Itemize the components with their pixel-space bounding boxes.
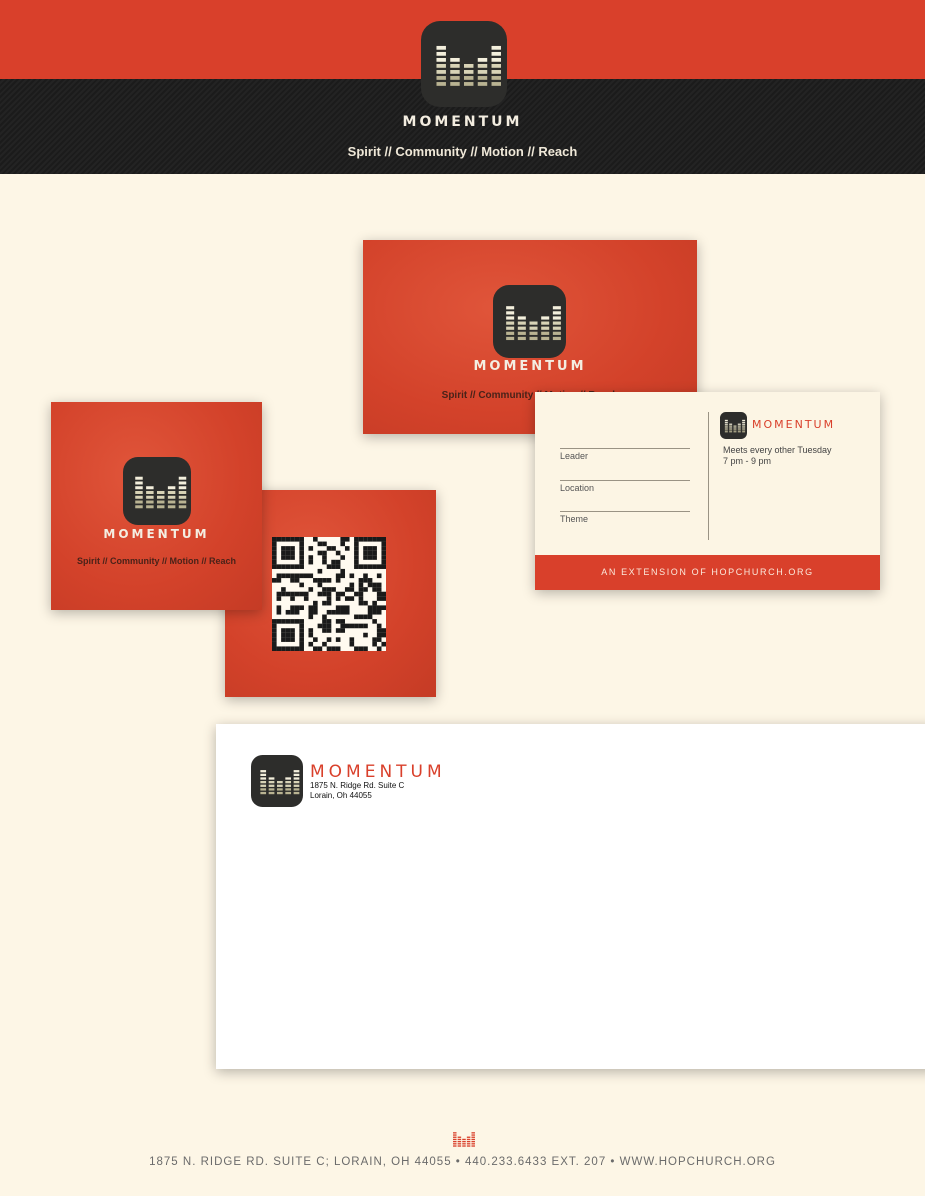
square-card-front: MOMENTUM Spirit // Community // Motion /…	[51, 402, 262, 610]
logo-icon	[421, 21, 507, 112]
info-card-footer: AN EXTENSION OF HOPCHURCH.ORG	[535, 555, 880, 590]
field-location: Location	[560, 480, 690, 497]
envelope-address: 1875 N. Ridge Rd. Suite C Lorain, Oh 440…	[310, 781, 404, 801]
card-tagline: Spirit // Community // Motion // Reach	[76, 556, 236, 566]
envelope: MOMENTUM 1875 N. Ridge Rd. Suite C Lorai…	[216, 724, 925, 1069]
address-line-1: 1875 N. Ridge Rd. Suite C	[310, 781, 405, 790]
card-wordmark: MOMENTUM	[103, 527, 210, 541]
logo-icon	[123, 457, 191, 530]
qr-code-icon	[272, 537, 387, 652]
meeting-time: 7 pm - 9 pm	[723, 456, 772, 466]
info-card: Leader Location Theme MOMENTUM Meets eve…	[535, 392, 880, 590]
equalizer-m-icon	[493, 285, 566, 358]
address-line-2: Lorain, Oh 44055	[310, 791, 372, 800]
divider	[708, 412, 709, 540]
equalizer-m-icon	[720, 412, 747, 439]
footer-contact: 1875 N. RIDGE RD. SUITE C; LORAIN, OH 44…	[149, 1156, 776, 1168]
equalizer-m-icon	[251, 755, 303, 807]
info-card-wordmark: MOMENTUM	[752, 418, 836, 431]
equalizer-m-icon	[421, 21, 507, 107]
equalizer-m-icon	[123, 457, 191, 525]
envelope-wordmark: MOMENTUM	[310, 762, 446, 782]
footer-logo-icon	[453, 1130, 475, 1153]
equalizer-m-icon	[453, 1132, 475, 1147]
meeting-schedule: Meets every other Tuesday 7 pm - 9 pm	[723, 445, 863, 467]
card-wordmark: MOMENTUM	[473, 359, 587, 374]
field-theme: Theme	[560, 511, 690, 528]
logo-icon	[720, 412, 747, 444]
header-tagline: Spirit // Community // Motion // Reach	[347, 144, 578, 159]
logo-icon	[251, 755, 303, 812]
logo-icon	[493, 285, 566, 363]
meeting-day: Meets every other Tuesday	[723, 445, 832, 455]
qr-code	[272, 537, 387, 652]
field-leader: Leader	[560, 448, 690, 465]
header-wordmark: MOMENTUM	[402, 114, 523, 130]
